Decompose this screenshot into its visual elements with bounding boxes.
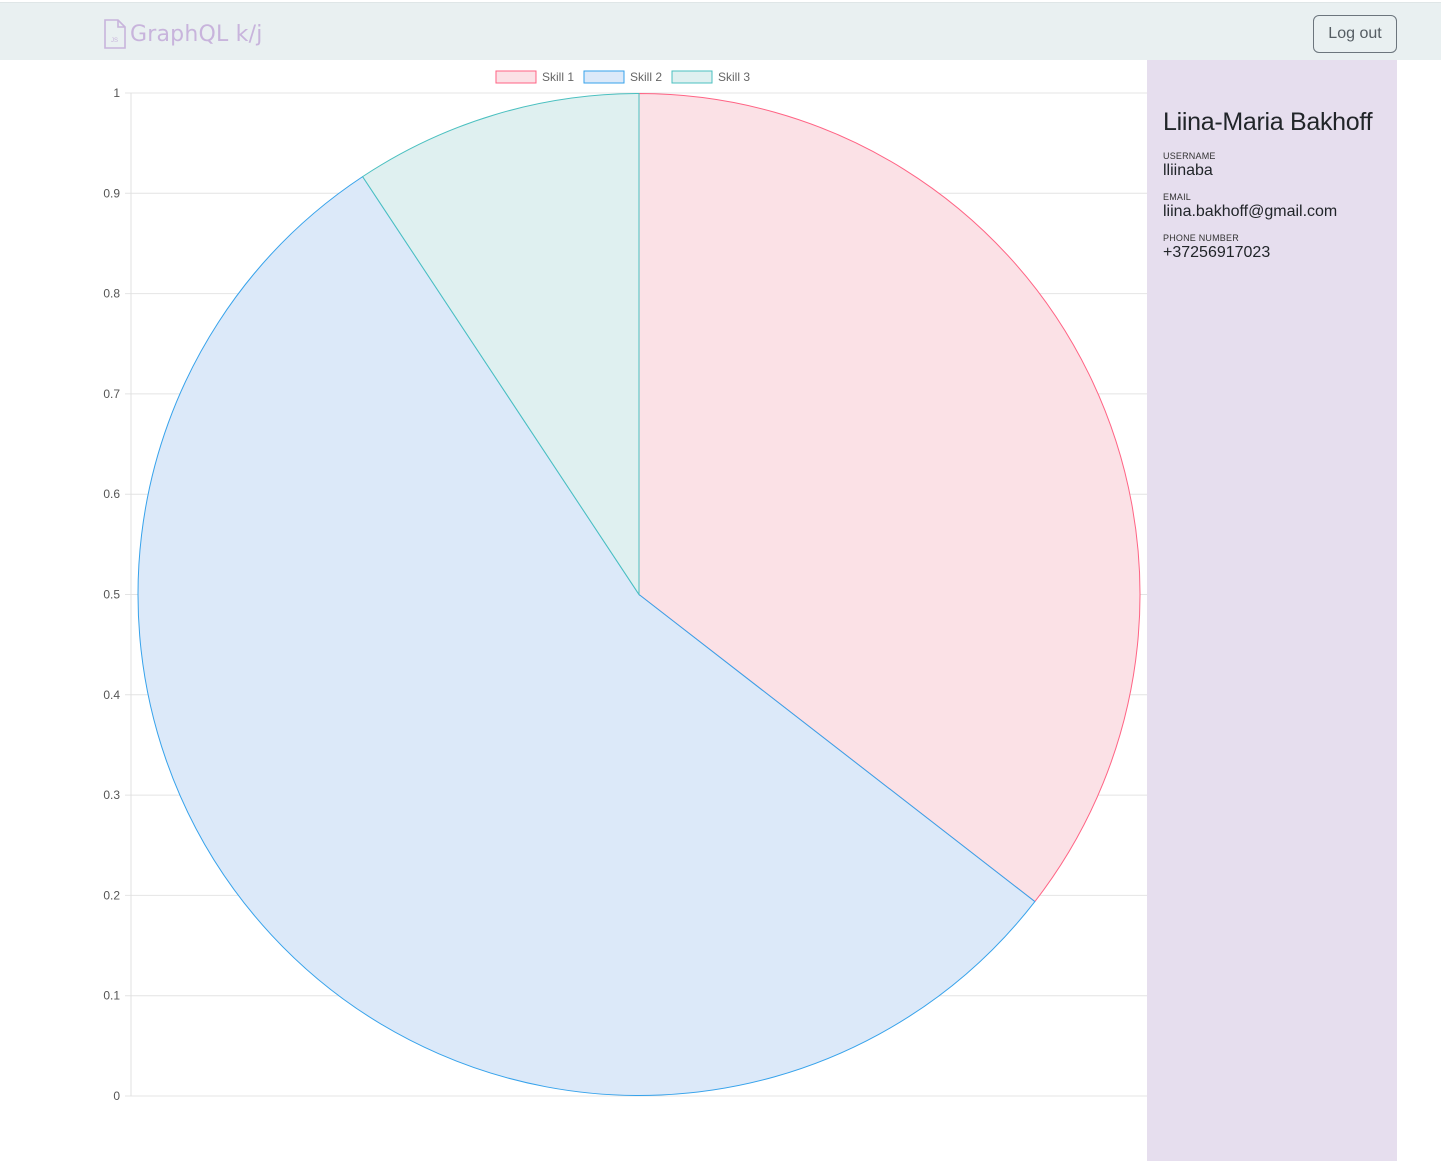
y-tick-label: 0.5: [103, 588, 120, 602]
legend-swatch-3: [671, 70, 713, 84]
logout-button[interactable]: Log out: [1313, 15, 1397, 53]
y-tick-label: 0.7: [103, 387, 120, 401]
email-value: liina.bakhoff@gmail.com: [1163, 203, 1338, 220]
legend-swatch-1: [495, 70, 537, 84]
y-tick-label: 0.3: [103, 788, 120, 802]
js-file-icon: JS: [104, 19, 126, 49]
username-label: USERNAME: [1163, 151, 1216, 161]
phone-label: PHONE NUMBER: [1163, 233, 1239, 243]
brand-link[interactable]: JS GraphQL k/j: [103, 17, 263, 51]
y-tick-label: 0: [113, 1089, 120, 1103]
legend-swatch-2: [583, 70, 625, 84]
brand-title: GraphQL k/j: [130, 21, 263, 47]
svg-text:JS: JS: [111, 38, 118, 44]
username-value: lliinaba: [1163, 162, 1213, 179]
y-tick-label: 0.9: [103, 186, 120, 200]
email-label: EMAIL: [1163, 192, 1192, 202]
skills-pie-chart: 0 0.1 0.2 0.3 0.4 0.5 0.6 0.7 0.8 0.9 1 Skill 1 Skil…: [0, 60, 1147, 1161]
y-tick-label: 1: [113, 86, 120, 100]
top-navbar: JS GraphQL k/j Log out: [0, 2, 1441, 60]
chart-canvas: 0 0.1 0.2 0.3 0.4 0.5 0.6 0.7 0.8 0.9 1 Skill 1 Skil…: [103, 70, 1147, 1103]
y-tick-label: 0.1: [103, 989, 120, 1003]
profile-name: Liina-Maria Bakhoff: [1163, 108, 1373, 136]
y-tick-label: 0.8: [103, 287, 120, 301]
legend-label-1: Skill 1: [542, 70, 574, 84]
phone-value: +37256917023: [1163, 244, 1271, 261]
y-tick-label: 0.4: [103, 688, 120, 702]
y-tick-label: 0.2: [103, 888, 120, 902]
profile-sidebar: Liina-Maria Bakhoff USERNAME lliinaba EM…: [1147, 60, 1397, 1161]
legend-label-3: Skill 3: [718, 70, 750, 84]
y-tick-label: 0.6: [103, 487, 120, 501]
legend-label-2: Skill 2: [630, 70, 662, 84]
